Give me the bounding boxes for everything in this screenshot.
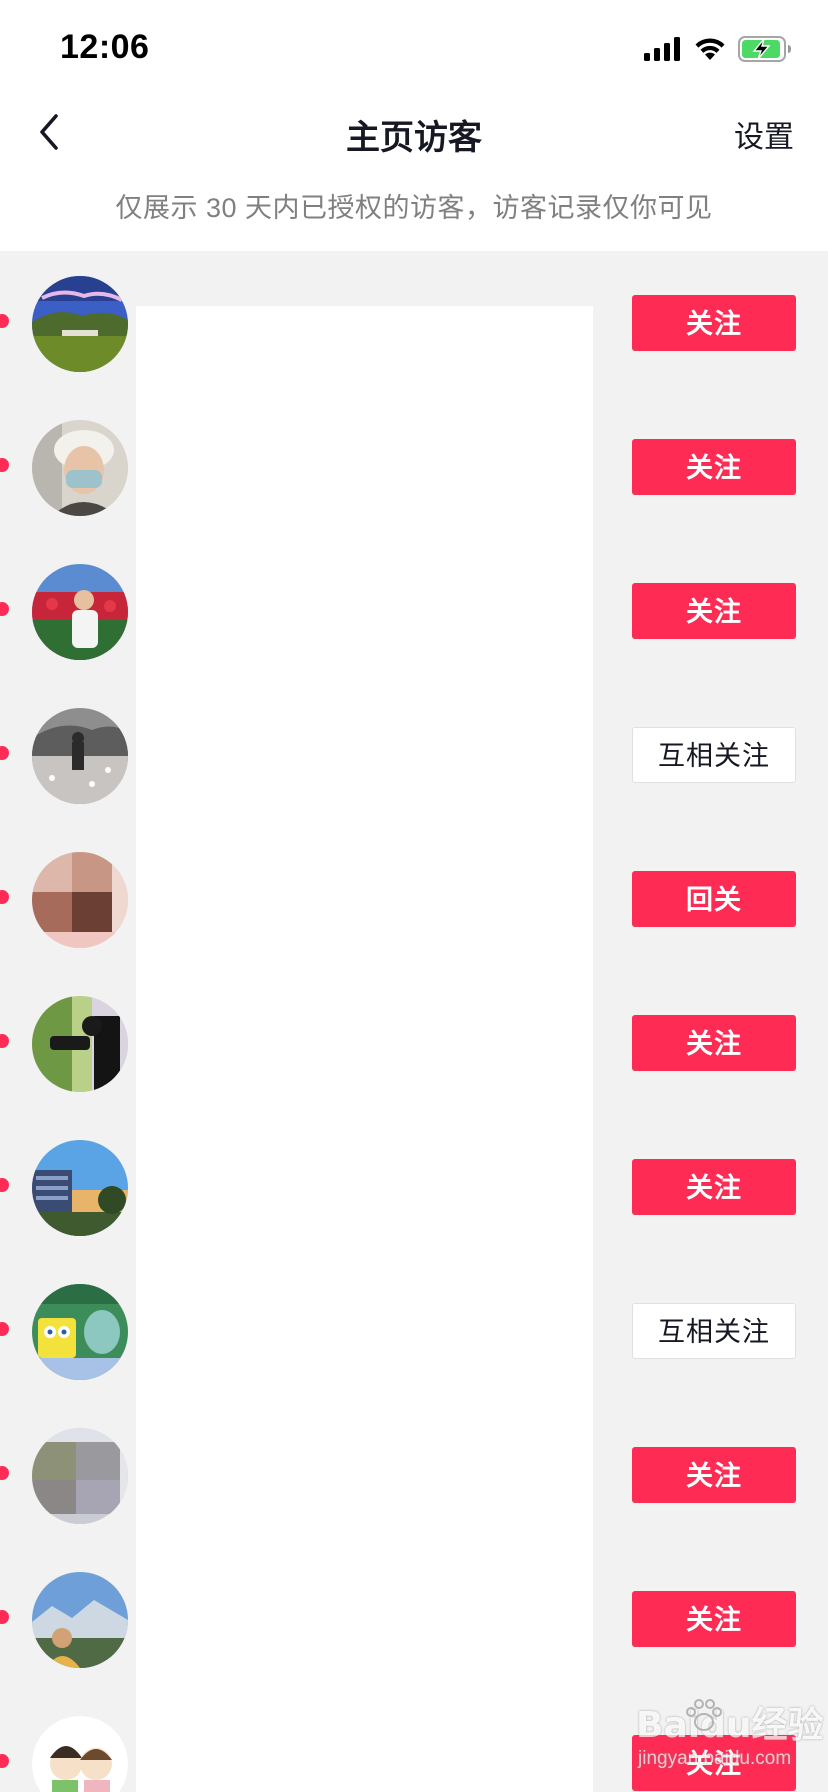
visitor-row[interactable]: 关注 xyxy=(0,539,828,683)
unread-dot xyxy=(0,890,9,904)
page-title: 主页访客 xyxy=(346,119,482,157)
avatar[interactable] xyxy=(32,708,128,804)
avatar[interactable] xyxy=(32,1572,128,1668)
person-with-mask-avatar xyxy=(32,420,128,516)
visitor-list[interactable]: 关注 关注 关注 互相关注 回关 关注 关注 互相关注 关注 关注 关注 xyxy=(0,251,828,1792)
sunset-building-avatar xyxy=(32,1140,128,1236)
cartoon-couple-avatar xyxy=(32,1716,128,1792)
avatar[interactable] xyxy=(32,996,128,1092)
visitor-row[interactable]: 回关 xyxy=(0,827,828,971)
person-flowers-avatar xyxy=(32,564,128,660)
avatar[interactable] xyxy=(32,276,128,372)
visitor-row[interactable]: 互相关注 xyxy=(0,683,828,827)
unread-dot xyxy=(0,1466,9,1480)
status-time: 12:06 xyxy=(60,28,150,66)
wifi-icon xyxy=(695,38,725,60)
avatar[interactable] xyxy=(32,1428,128,1524)
header-area: 12:06 主页访客 设置 仅展示 30 天内已授权的访客，访客记录仅你可见 xyxy=(0,0,828,251)
avatar[interactable] xyxy=(32,1716,128,1792)
person-field-avatar xyxy=(32,708,128,804)
follow-button[interactable]: 关注 xyxy=(632,583,796,639)
visitor-row[interactable]: 关注 xyxy=(0,1115,828,1259)
photographer-avatar xyxy=(32,996,128,1092)
unread-dot xyxy=(0,1322,9,1336)
cartoon-avatar xyxy=(32,1284,128,1380)
avatar[interactable] xyxy=(32,1284,128,1380)
follow-button[interactable]: 关注 xyxy=(632,1735,796,1791)
avatar[interactable] xyxy=(32,1140,128,1236)
unread-dot xyxy=(0,1610,9,1624)
settings-button[interactable]: 设置 xyxy=(734,112,794,156)
privacy-notice: 仅展示 30 天内已授权的访客，访客记录仅你可见 xyxy=(115,193,713,223)
unread-dot xyxy=(0,1178,9,1192)
pixelated-face-avatar xyxy=(32,852,128,948)
follow-button[interactable]: 关注 xyxy=(632,295,796,351)
navigation-bar: 主页访客 设置 xyxy=(0,96,828,168)
visitor-row[interactable]: 关注 xyxy=(0,251,828,395)
follow-button[interactable]: 关注 xyxy=(632,1159,796,1215)
mountain-person-avatar xyxy=(32,1572,128,1668)
unread-dot xyxy=(0,314,9,328)
unread-dot xyxy=(0,746,9,760)
follow-button[interactable]: 关注 xyxy=(632,1015,796,1071)
unread-dot xyxy=(0,1754,9,1768)
avatar[interactable] xyxy=(32,420,128,516)
visitor-row[interactable]: 互相关注 xyxy=(0,1259,828,1403)
follow-button[interactable]: 关注 xyxy=(632,1447,796,1503)
visitor-row[interactable]: 关注 xyxy=(0,1547,828,1691)
status-icons xyxy=(644,36,792,62)
follow-button[interactable]: 关注 xyxy=(632,439,796,495)
unread-dot xyxy=(0,602,9,616)
follow-button[interactable]: 关注 xyxy=(632,1591,796,1647)
avatar[interactable] xyxy=(32,852,128,948)
cellular-signal-icon xyxy=(644,37,680,61)
pixelated-avatar xyxy=(32,1428,128,1524)
unread-dot xyxy=(0,1034,9,1048)
mutual-follow-button[interactable]: 互相关注 xyxy=(632,727,796,783)
mutual-follow-button[interactable]: 互相关注 xyxy=(632,1303,796,1359)
battery-charging-icon xyxy=(738,36,791,62)
visitor-row[interactable]: 关注 xyxy=(0,971,828,1115)
follow-back-button[interactable]: 回关 xyxy=(632,871,796,927)
landscape-photo-avatar xyxy=(32,276,128,372)
visitor-row[interactable]: 关注 xyxy=(0,395,828,539)
unread-dot xyxy=(0,458,9,472)
status-bar: 12:06 xyxy=(0,0,828,100)
avatar[interactable] xyxy=(32,564,128,660)
visitor-row[interactable]: 关注 xyxy=(0,1691,828,1792)
visitor-row[interactable]: 关注 xyxy=(0,1403,828,1547)
